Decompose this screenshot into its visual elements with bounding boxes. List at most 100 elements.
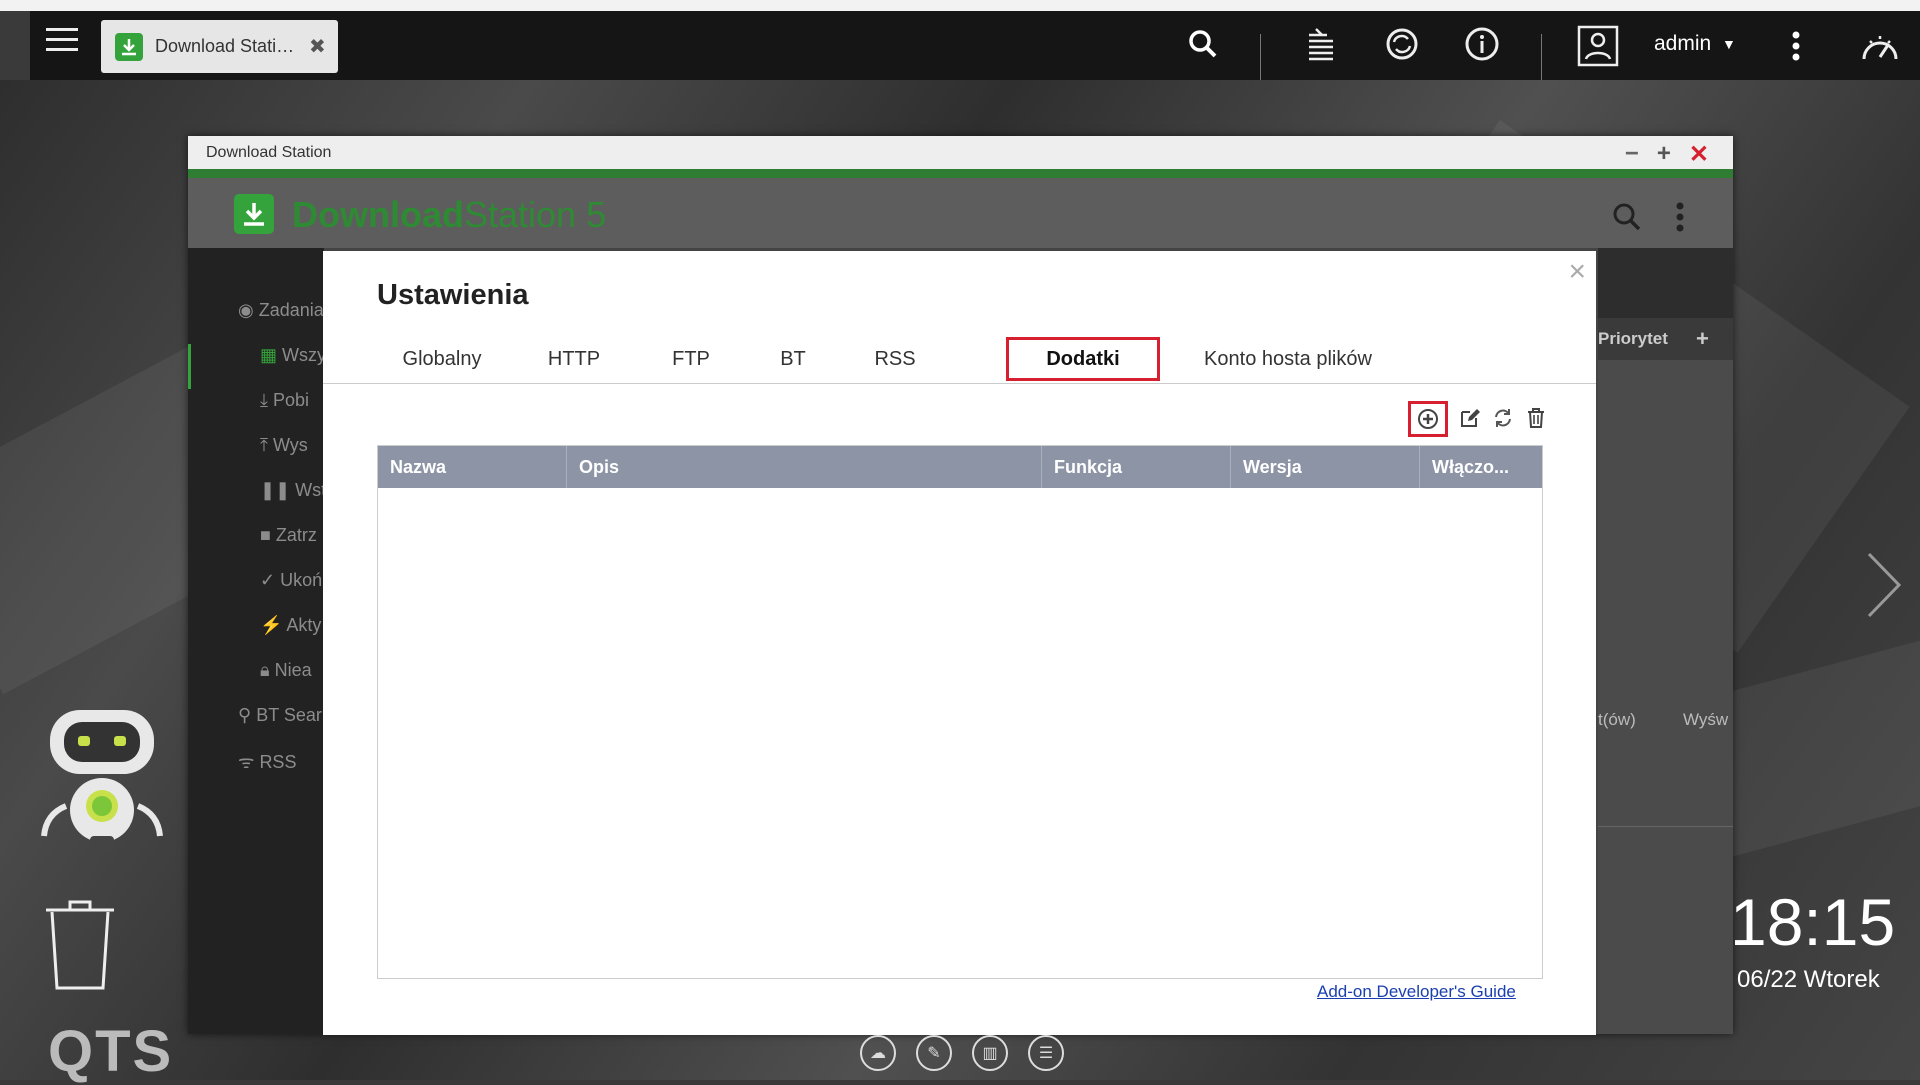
pause-icon: ❚❚	[260, 480, 296, 500]
divider	[1260, 34, 1261, 80]
user-icon	[1577, 25, 1619, 67]
app-name-bold: Download	[292, 194, 464, 235]
window-titlebar: Download Station − + ✕	[188, 136, 1733, 169]
app-search-button[interactable]	[1612, 202, 1642, 237]
hamburger-icon	[46, 28, 78, 51]
clock-time: 18:15	[1730, 885, 1896, 959]
user-button[interactable]	[1576, 24, 1620, 68]
taskbar-left-edge	[0, 11, 30, 80]
qts-logo: QTS	[48, 1019, 174, 1084]
app-more-button[interactable]	[1676, 202, 1684, 237]
sidebar-item-rss[interactable]: ᯤ RSS	[238, 750, 296, 774]
tab-file-host-account[interactable]: Konto hosta plików	[1173, 337, 1403, 381]
tab-ftp[interactable]: FTP	[641, 337, 741, 381]
tab-http[interactable]: HTTP	[519, 337, 629, 381]
sidebar-item-completed[interactable]: ✓ Ukoń	[260, 570, 322, 591]
app-tab-label: Download Stati…	[155, 36, 295, 56]
background-tasks-button[interactable]	[1303, 24, 1339, 64]
app-header: DownloadStation 5	[188, 178, 1733, 248]
add-addon-button[interactable]	[1408, 401, 1448, 437]
download-arrow-icon: ⤓	[260, 390, 273, 410]
minimize-icon[interactable]: −	[1625, 140, 1639, 169]
column-function[interactable]: Funkcja	[1042, 446, 1231, 488]
addon-table: Nazwa Opis Funkcja Wersja Włączo...	[377, 445, 1543, 979]
developer-guide-link[interactable]: Add-on Developer's Guide	[1317, 982, 1516, 1002]
tab-global[interactable]: Globalny	[377, 337, 507, 381]
lock-icon: 🔒︎	[260, 660, 275, 680]
tools-icon[interactable]: ✎	[916, 1035, 952, 1071]
qboost-robot-icon[interactable]	[36, 706, 168, 861]
edit-addon-button[interactable]	[1457, 405, 1483, 431]
active-indicator	[188, 344, 191, 389]
add-column-button[interactable]: +	[1696, 326, 1709, 352]
plus-circle-icon	[1418, 409, 1438, 429]
search-icon	[1613, 203, 1641, 231]
column-name[interactable]: Nazwa	[378, 446, 567, 488]
search-icon: ⚲	[238, 705, 257, 725]
check-circle-icon: ◉	[238, 300, 259, 320]
sidebar-item-stopped[interactable]: ■ Zatrz	[260, 525, 317, 546]
window-title: Download Station	[206, 144, 332, 161]
dock: ☁ ✎ ▥ ☰	[860, 1035, 1064, 1071]
notes-icon[interactable]: ☰	[1028, 1035, 1064, 1071]
grid-icon: ▦	[260, 345, 283, 365]
taskbar-app-tab[interactable]: Download Stati… ✖	[101, 20, 338, 73]
sidebar-item-all[interactable]: ▦ Wszy	[260, 345, 326, 366]
sidebar-item-bt-search[interactable]: ⚲ BT Sear	[238, 705, 322, 726]
refresh-icon	[1495, 409, 1511, 427]
sidebar-item-label: Akty	[286, 615, 322, 635]
checkmark-icon: ✓	[260, 570, 281, 590]
kebab-icon	[1792, 31, 1800, 61]
tab-bt[interactable]: BT	[753, 337, 833, 381]
close-tab-icon[interactable]: ✖	[309, 34, 326, 59]
close-window-icon[interactable]: ✕	[1689, 140, 1709, 169]
pagination-text: t(ów)	[1598, 710, 1636, 729]
column-version[interactable]: Wersja	[1231, 446, 1420, 488]
sidebar: ◉ Zadania ▦ Wszy ⤓ Pobi ⤒ Wys ❚❚ Wstr ■ …	[188, 248, 332, 1034]
sidebar-item-label: Pobi	[272, 390, 309, 410]
username-label[interactable]: admin	[1654, 32, 1711, 56]
download-station-logo-icon	[234, 194, 274, 234]
tab-rss[interactable]: RSS	[845, 337, 945, 381]
lightning-icon: ⚡	[260, 615, 287, 635]
top-strip	[0, 0, 1920, 11]
caret-down-icon[interactable]: ▼	[1722, 36, 1736, 52]
close-icon[interactable]: ×	[1568, 255, 1586, 289]
column-description[interactable]: Opis	[567, 446, 1042, 488]
divider	[1598, 826, 1733, 827]
sidebar-item-label: Wszy	[282, 345, 327, 365]
delete-addon-button[interactable]	[1523, 405, 1549, 431]
trash-icon	[1528, 408, 1544, 428]
search-button[interactable]	[1185, 26, 1221, 62]
sidebar-item-active[interactable]: ⚡ Akty	[260, 615, 321, 636]
sync-button[interactable]	[1382, 24, 1422, 64]
chevron-right-icon[interactable]	[1865, 550, 1905, 625]
column-enabled[interactable]: Włączo...	[1420, 446, 1542, 488]
task-list-header: Priorytet +	[1598, 318, 1733, 360]
sidebar-item-label: Niea	[274, 660, 312, 680]
sidebar-item-seeding[interactable]: ⤒ Wys	[260, 435, 308, 456]
sidebar-item-downloading[interactable]: ⤓ Pobi	[260, 390, 309, 411]
cloud-icon[interactable]: ☁	[860, 1035, 896, 1071]
sidebar-item-label: Zadania	[258, 300, 324, 320]
refresh-addon-button[interactable]	[1490, 405, 1516, 431]
more-options-button[interactable]	[1786, 28, 1806, 64]
info-button[interactable]	[1462, 24, 1502, 64]
book-icon[interactable]: ▥	[972, 1035, 1008, 1071]
maximize-icon[interactable]: +	[1657, 140, 1671, 169]
sidebar-item-inactive[interactable]: 🔒︎ Niea	[260, 660, 312, 681]
clock-date: 06/22 Wtorek	[1737, 966, 1880, 993]
main-menu-button[interactable]	[44, 22, 80, 58]
app-name: DownloadStation 5	[292, 194, 606, 236]
task-list-panel: Priorytet + t(ów) Wyśw	[1598, 248, 1733, 1034]
sidebar-item-label: Wys	[272, 435, 308, 455]
tab-addons[interactable]: Dodatki	[1006, 337, 1160, 381]
dashboard-button[interactable]	[1858, 26, 1902, 66]
sidebar-item-label: Ukoń	[280, 570, 323, 590]
settings-dialog: × Ustawienia Globalny HTTP FTP BT RSS Do…	[323, 251, 1596, 1035]
column-priority[interactable]: Priorytet	[1598, 329, 1668, 349]
sidebar-item-paused[interactable]: ❚❚ Wstr	[260, 480, 332, 501]
trash-bin-icon[interactable]	[44, 900, 116, 997]
panel-toolbar	[1598, 248, 1733, 318]
sidebar-item-tasks[interactable]: ◉ Zadania	[238, 300, 324, 321]
